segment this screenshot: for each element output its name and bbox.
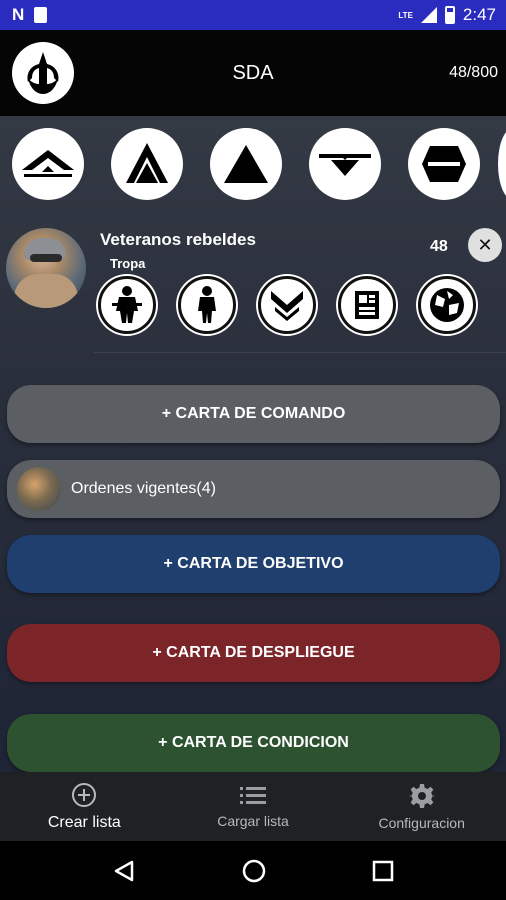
recents-icon[interactable] (372, 860, 394, 882)
rank-corps-icon[interactable] (210, 128, 282, 200)
unit-name: Veteranos rebeldes (100, 230, 256, 249)
gear-device-icon[interactable] (338, 276, 396, 334)
notification-n-icon: N (12, 5, 25, 24)
settings-icon (408, 783, 435, 808)
rank-support-icon[interactable] (408, 128, 480, 200)
nav-create-list[interactable]: Crear lista (0, 772, 169, 841)
status-bar: N LTE 2:47 (0, 0, 506, 30)
system-nav (0, 841, 506, 900)
status-left: N (12, 5, 48, 25)
app-bar: SDA 48/800 (0, 30, 506, 116)
rank-commander-icon[interactable] (12, 128, 84, 200)
battery-icon (444, 6, 455, 24)
heavy-weapon-trooper-icon[interactable] (98, 276, 156, 334)
add-command-card-button[interactable]: + CARTA DE COMANDO (7, 385, 500, 443)
unit-avatar (6, 228, 86, 308)
signal-icon (420, 7, 437, 23)
nav-label: Configuracion (378, 814, 465, 831)
rank-overflow-item[interactable] (498, 128, 506, 200)
grenade-globe-icon[interactable] (418, 276, 476, 334)
main-content: Veteranos rebeldes Tropa 48 ✕ + CARTA DE… (0, 116, 506, 772)
home-icon[interactable] (241, 858, 267, 884)
nav-label: Cargar lista (217, 812, 289, 829)
status-right: LTE 2:47 (398, 5, 496, 25)
divider (94, 352, 506, 353)
training-chevron-icon[interactable] (258, 276, 316, 334)
points-counter: 48/800 (449, 64, 498, 81)
back-icon[interactable] (112, 859, 136, 883)
nav-label: Crear lista (47, 813, 121, 831)
add-objective-card-button[interactable]: + CARTA DE OBJETIVO (7, 535, 500, 593)
upgrade-slots (98, 276, 476, 334)
sd-card-icon (34, 7, 48, 23)
orders-avatar (17, 467, 61, 511)
network-type: LTE (398, 10, 413, 20)
personnel-trooper-icon[interactable] (178, 276, 236, 334)
add-deployment-card-button[interactable]: + CARTA DE DESPLIEGUE (7, 624, 500, 682)
status-time: 2:47 (462, 5, 496, 24)
add-circle-icon (72, 782, 97, 807)
orders-row[interactable]: Ordenes vigentes(4) (7, 460, 500, 518)
close-icon: ✕ (477, 234, 493, 255)
page-title: SDA (232, 62, 274, 84)
unit-type: Tropa (110, 256, 146, 271)
list-icon (240, 786, 266, 804)
nav-load-list[interactable]: Cargar lista (169, 772, 338, 841)
bottom-nav: Crear lista Cargar lista Configuracion (0, 772, 506, 841)
unit-card[interactable]: Veteranos rebeldes Tropa 48 ✕ (0, 224, 506, 354)
rank-operative-icon[interactable] (111, 128, 183, 200)
rank-selector (12, 128, 480, 200)
rank-special-forces-icon[interactable] (309, 128, 381, 200)
unit-points: 48 (430, 238, 448, 255)
add-condition-card-button[interactable]: + CARTA DE CONDICION (7, 714, 500, 772)
orders-label: Ordenes vigentes(4) (71, 480, 216, 497)
nav-settings[interactable]: Configuracion (337, 772, 506, 841)
remove-unit-button[interactable]: ✕ (468, 228, 502, 262)
